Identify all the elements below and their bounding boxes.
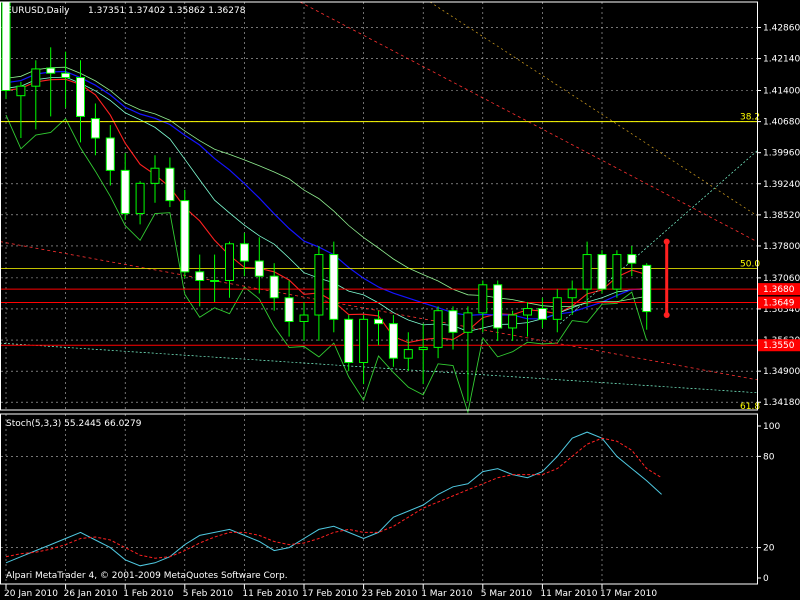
candle-bull	[463, 312, 473, 333]
candle-bear	[627, 254, 637, 264]
price-tick-label: 1.39960	[763, 149, 800, 159]
candle-bear	[284, 297, 294, 322]
candle-bear	[374, 318, 383, 325]
eurusd-daily-chart[interactable]: 38.250.061.8 1.428601.421401.414001.4068…	[0, 0, 800, 600]
projection-marker-bottom	[663, 312, 670, 319]
stoch-tick-label: 0	[763, 574, 769, 584]
date-tick-label: 20 Jan 2010	[4, 589, 58, 599]
price-tick-label: 1.42860	[763, 23, 800, 33]
footer-copyright: Alpari MetaTrader 4, © 2001-2009 MetaQuo…	[6, 571, 288, 581]
candle-bull	[582, 254, 592, 290]
date-tick-label: 26 Jan 2010	[64, 589, 118, 599]
candle-bear	[642, 264, 652, 313]
candle-bear	[344, 318, 354, 364]
candle-bear	[597, 254, 607, 290]
date-tick-label: 11 Feb 2010	[242, 589, 298, 599]
price-tick-label: 1.41400	[763, 87, 800, 97]
candle-bull	[16, 85, 26, 97]
candle-bull	[359, 318, 369, 364]
date-tick-label: 5 Mar 2010	[481, 589, 533, 599]
candle-bull	[403, 349, 413, 359]
stoch-tick-label: 20	[763, 544, 775, 554]
date-tick-label: 17 Feb 2010	[302, 589, 358, 599]
price-tag-label-red_tag_2: 1.3649	[763, 298, 795, 308]
price-tag-label-red_tag_1: 1.3680	[763, 285, 795, 295]
date-tick-label: 5 Feb 2010	[183, 589, 234, 599]
candle-bull	[225, 243, 234, 281]
candle-bear	[76, 77, 85, 117]
date-tick-label: 23 Feb 2010	[362, 589, 418, 599]
date-tick-label: 1 Feb 2010	[123, 589, 174, 599]
price-tick-label: 1.34180	[763, 398, 800, 408]
ohlc-header: 1.37351 1.37402 1.35862 1.36278	[88, 6, 246, 16]
price-tick-label: 1.42140	[763, 55, 800, 65]
candle-bear	[388, 323, 398, 359]
candle-bull	[523, 308, 532, 316]
symbol-header: EURUSD,Daily	[6, 6, 70, 16]
price-tick-label: 1.39240	[763, 180, 800, 190]
date-tick-label: 11 Mar 2010	[540, 589, 597, 599]
candle-bull	[478, 284, 488, 314]
candle-bull	[508, 314, 518, 329]
projection-marker-top	[663, 238, 670, 245]
price-tick-label: 1.40680	[763, 118, 800, 128]
candle-bear	[180, 200, 190, 273]
candle-bull	[31, 68, 41, 87]
candle-bear	[269, 275, 279, 299]
stoch-tick-label: 100	[763, 422, 780, 432]
candle-bull	[418, 346, 428, 351]
candle-bull	[433, 310, 443, 348]
candle-bear	[165, 167, 175, 202]
candle-bear	[61, 72, 71, 79]
candle-bear	[448, 310, 458, 333]
candle-bear	[239, 243, 249, 262]
candle-bear	[105, 137, 115, 171]
indicator-header: Stoch(5,3,3) 55.2445 66.0279	[6, 419, 142, 429]
candle-bear	[537, 308, 547, 320]
candle-bull	[552, 297, 562, 320]
candle-bull	[135, 182, 145, 215]
price-tick-label: 1.38520	[763, 211, 800, 221]
candle-bull	[299, 314, 309, 322]
candle-bear	[329, 254, 339, 320]
price-tag-label-red_tag_3: 1.3550	[763, 341, 795, 351]
candle-bull	[314, 254, 324, 316]
candle-bull	[612, 254, 622, 290]
candle-bull	[210, 279, 220, 282]
price-tick-label: 1.34900	[763, 367, 800, 377]
candle-bear	[195, 271, 205, 281]
candle-bear	[46, 67, 56, 74]
candle-bear	[254, 260, 264, 277]
price-tick-label: 1.37800	[763, 242, 800, 252]
candle-bull	[150, 167, 160, 184]
candle-bear	[120, 169, 130, 215]
date-tick-label: 1 Mar 2010	[421, 589, 473, 599]
date-tick-label: 17 Mar 2010	[600, 589, 657, 599]
price-tick-label: 1.37060	[763, 274, 800, 284]
candle-bear	[90, 118, 100, 139]
stoch-tick-label: 80	[763, 452, 775, 462]
candle-bear	[493, 284, 503, 329]
candle-bull	[567, 288, 577, 299]
